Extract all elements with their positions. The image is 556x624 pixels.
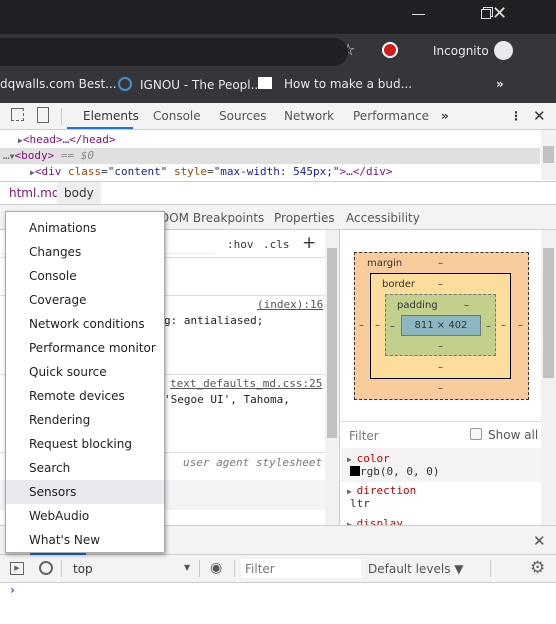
chevron-down-icon: ▼ bbox=[184, 563, 191, 572]
customize-menu-icon[interactable]: ⋮ bbox=[510, 109, 522, 123]
bookmark-item[interactable]: IGNOU - The Peopl... bbox=[118, 77, 262, 92]
bookmarks-overflow-icon[interactable]: » bbox=[496, 77, 504, 91]
page-favicon-icon bbox=[258, 77, 272, 89]
minimize-button[interactable] bbox=[412, 14, 425, 15]
bookmarks-bar: dqwalls.com Best... IGNOU - The Peopl...… bbox=[0, 68, 556, 103]
device-toolbar-icon[interactable] bbox=[37, 107, 49, 123]
menu-item-animations[interactable]: Animations bbox=[6, 216, 164, 240]
rule-source: user agent stylesheet bbox=[183, 456, 323, 469]
tab-dom-breakpoints[interactable]: DOM Breakpoints bbox=[160, 211, 264, 225]
restore-button[interactable] bbox=[481, 9, 491, 19]
content-box[interactable]: 811 × 402 bbox=[401, 315, 481, 336]
tab-accessibility[interactable]: Accessibility bbox=[346, 211, 420, 225]
bookmark-item[interactable]: How to make a bud... bbox=[258, 77, 412, 91]
tree-node-div[interactable]: ▶<div class="content" style="max-width: … bbox=[0, 164, 540, 180]
tree-scrollbar[interactable] bbox=[541, 130, 556, 180]
rule-source-link[interactable]: text_defaults_md.css:25 bbox=[170, 377, 322, 390]
menu-item-coverage[interactable]: Coverage bbox=[6, 288, 164, 312]
computed-filter-input[interactable]: Filter bbox=[349, 429, 379, 443]
more-tools-menu: Animations Changes Console Coverage Netw… bbox=[5, 211, 165, 553]
menu-item-console[interactable]: Console bbox=[6, 264, 164, 288]
menu-icon[interactable]: · · · bbox=[500, 36, 508, 64]
close-devtools-icon[interactable]: ✕ bbox=[533, 107, 546, 125]
computed-property[interactable]: ▶ display bbox=[347, 516, 403, 525]
menu-item-performance-monitor[interactable]: Performance monitor bbox=[6, 336, 164, 360]
computed-property[interactable]: ▶ color rgb(0, 0, 0) bbox=[347, 452, 439, 478]
tab-performance[interactable]: Performance bbox=[353, 109, 429, 123]
menu-item-quick-source[interactable]: Quick source bbox=[6, 360, 164, 384]
menu-item-sensors[interactable]: Sensors bbox=[6, 480, 164, 504]
rule-source-link[interactable]: (index):16 bbox=[257, 298, 323, 311]
extension-icon[interactable] bbox=[382, 42, 398, 58]
bookmark-item[interactable]: dqwalls.com Best... bbox=[0, 77, 117, 91]
tab-console[interactable]: Console bbox=[153, 109, 201, 123]
title-bar: ✕ bbox=[0, 0, 556, 34]
more-tabs-icon[interactable]: » bbox=[441, 109, 449, 123]
rule-declaration[interactable]: 'Segoe UI', Tahoma, bbox=[164, 393, 290, 406]
log-levels-dropdown[interactable]: Default levels ▼ bbox=[368, 562, 464, 576]
toggle-hov-button[interactable]: :hov bbox=[227, 238, 254, 251]
tab-network[interactable]: Network bbox=[284, 109, 334, 123]
clear-console-icon[interactable] bbox=[39, 561, 53, 575]
menu-item-changes[interactable]: Changes bbox=[6, 240, 164, 264]
breadcrumb: html.md body bbox=[0, 181, 556, 205]
inspect-element-icon[interactable] bbox=[11, 108, 24, 121]
rule-declaration[interactable]: g: antialiased; bbox=[164, 314, 263, 327]
tree-node-head[interactable]: ▶<head>…</head> bbox=[0, 132, 540, 148]
menu-item-network-conditions[interactable]: Network conditions bbox=[6, 312, 164, 336]
menu-item-whats-new[interactable]: What's New bbox=[6, 528, 164, 552]
styles-scrollbar[interactable] bbox=[325, 230, 339, 525]
computed-pane: margin – – – – border – – – – padding – … bbox=[341, 230, 556, 525]
box-model: margin – – – – border – – – – padding – … bbox=[354, 252, 529, 400]
menu-item-remote-devices[interactable]: Remote devices bbox=[6, 384, 164, 408]
console-prompt: › bbox=[10, 583, 15, 597]
show-sidebar-icon[interactable]: ▶ bbox=[10, 562, 24, 575]
tab-properties[interactable]: Properties bbox=[274, 211, 335, 225]
context-select[interactable]: top ▼ bbox=[68, 555, 198, 582]
devtools-tab-bar: Elements Console Sources Network Perform… bbox=[0, 103, 556, 130]
ignou-favicon-icon bbox=[118, 77, 132, 91]
breadcrumb-body[interactable]: body bbox=[57, 182, 101, 204]
menu-item-rendering[interactable]: Rendering bbox=[6, 408, 164, 432]
color-swatch[interactable] bbox=[350, 466, 360, 476]
live-expression-eye-icon[interactable]: ◉ bbox=[210, 560, 222, 576]
close-drawer-icon[interactable]: ✕ bbox=[533, 532, 546, 550]
elements-tree: ▶<head>…</head> …▼<body> == $0 ▶<div cla… bbox=[0, 130, 556, 180]
console-filter-input[interactable]: Filter bbox=[241, 559, 361, 578]
computed-property[interactable]: ▶ direction ltr bbox=[347, 484, 416, 510]
profile-label[interactable]: Incognito bbox=[433, 44, 489, 58]
omnibox[interactable] bbox=[0, 38, 348, 66]
show-all-checkbox[interactable] bbox=[470, 428, 482, 440]
tab-sources[interactable]: Sources bbox=[219, 109, 266, 123]
toggle-cls-button[interactable]: .cls bbox=[263, 238, 290, 251]
close-window-button[interactable]: ✕ bbox=[492, 3, 507, 24]
breadcrumb-html[interactable]: html.md bbox=[9, 186, 59, 200]
tab-elements[interactable]: Elements bbox=[83, 109, 139, 123]
menu-item-request-blocking[interactable]: Request blocking bbox=[6, 432, 164, 456]
menu-item-webaudio[interactable]: WebAudio bbox=[6, 504, 164, 528]
console-settings-gear-icon[interactable]: ⚙ bbox=[530, 558, 545, 578]
console-toolbar: ▶ top ▼ ◉ Filter Default levels ▼ ⚙ bbox=[0, 555, 556, 583]
show-all-label: Show all bbox=[488, 428, 539, 442]
new-style-rule-button[interactable]: + bbox=[302, 233, 316, 253]
menu-item-search[interactable]: Search bbox=[6, 456, 164, 480]
computed-scrollbar[interactable] bbox=[541, 230, 556, 525]
console-output[interactable]: › bbox=[0, 583, 556, 624]
tree-node-body[interactable]: …▼<body> == $0 bbox=[0, 148, 540, 164]
